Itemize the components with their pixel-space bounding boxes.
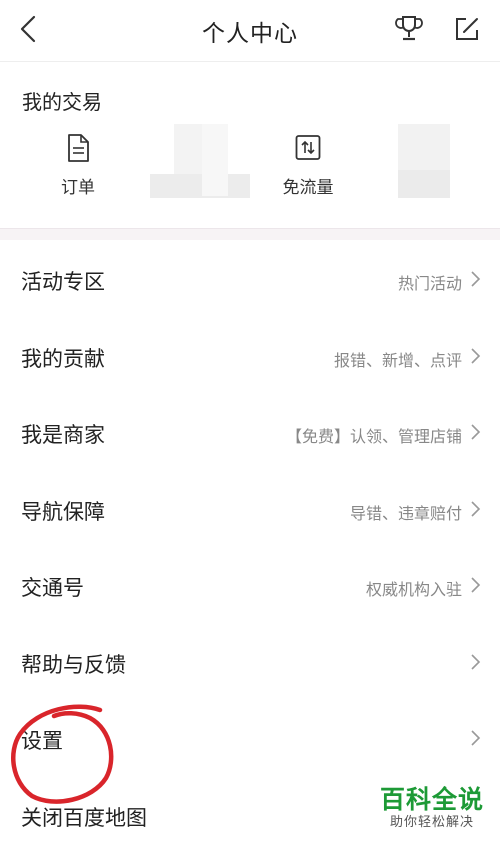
watermark-sub-text: 助你轻松解决: [389, 815, 474, 830]
chevron-right-icon: [471, 271, 481, 287]
menu-item-label: 导航保障: [21, 499, 105, 524]
menu-item-hint: 报错、新增、点评: [333, 350, 462, 370]
trophy-icon[interactable]: [395, 14, 423, 44]
menu-item-label: 设置: [21, 729, 63, 753]
free-data-entry[interactable]: 免流量: [258, 133, 358, 198]
chevron-right-icon: [471, 500, 481, 517]
menu-item-label: 活动专区: [21, 270, 105, 294]
chevron-right-icon: [471, 577, 481, 593]
personal-center-page: 个人中心 我的交易 订单 免流量 活动专区 热门活动 我的贡献 报错、新增、点评…: [0, 0, 500, 845]
transactions-title: 我的交易: [22, 90, 102, 114]
menu-item-settings[interactable]: 设置: [0, 699, 500, 776]
chevron-right-icon: [471, 424, 481, 440]
document-icon: [68, 134, 89, 162]
menu-item-label: 我是商家: [21, 423, 105, 447]
menu-item-label: 交通号: [21, 576, 84, 600]
blurred-entry-placeholder: [150, 124, 250, 200]
chevron-right-icon: [471, 730, 481, 746]
menu-item-activities[interactable]: 活动专区 热门活动: [0, 240, 500, 317]
menu-item-navigation-guarantee[interactable]: 导航保障 导错、违章赔付: [0, 469, 500, 546]
orders-entry[interactable]: 订单: [28, 133, 128, 198]
orders-label: 订单: [61, 178, 95, 198]
menu-item-hint: 权威机构入驻: [365, 580, 462, 599]
menu-item-help-feedback[interactable]: 帮助与反馈: [0, 622, 500, 699]
edit-icon[interactable]: [453, 15, 481, 43]
menu-item-traffic-account[interactable]: 交通号 权威机构入驻: [0, 546, 500, 623]
data-swap-icon: [295, 135, 321, 160]
blurred-entry-placeholder: [398, 124, 450, 200]
menu-item-label: 关闭百度地图: [21, 805, 147, 830]
menu-item-hint: 导错、违章赔付: [349, 503, 462, 523]
page-title: 个人中心: [202, 21, 298, 47]
menu-item-merchant[interactable]: 我是商家 【免费】认领、管理店铺: [0, 393, 500, 470]
settings-menu-list: 活动专区 热门活动 我的贡献 报错、新增、点评 我是商家 【免费】认领、管理店铺…: [0, 240, 500, 845]
watermark-main-text: 百科全说: [379, 785, 484, 814]
chevron-right-icon: [471, 653, 481, 670]
free-data-label: 免流量: [282, 178, 334, 198]
section-divider: [0, 228, 500, 240]
watermark-logo: 百科全说 助你轻松解决: [372, 786, 492, 832]
menu-item-hint: 热门活动: [397, 274, 462, 293]
menu-item-label: 我的贡献: [21, 346, 105, 371]
menu-item-hint: 【免费】认领、管理店铺: [285, 427, 462, 446]
menu-item-label: 帮助与反馈: [21, 652, 126, 677]
menu-item-contributions[interactable]: 我的贡献 报错、新增、点评: [0, 316, 500, 393]
top-nav-bar: 个人中心: [0, 0, 500, 62]
chevron-right-icon: [471, 347, 481, 364]
